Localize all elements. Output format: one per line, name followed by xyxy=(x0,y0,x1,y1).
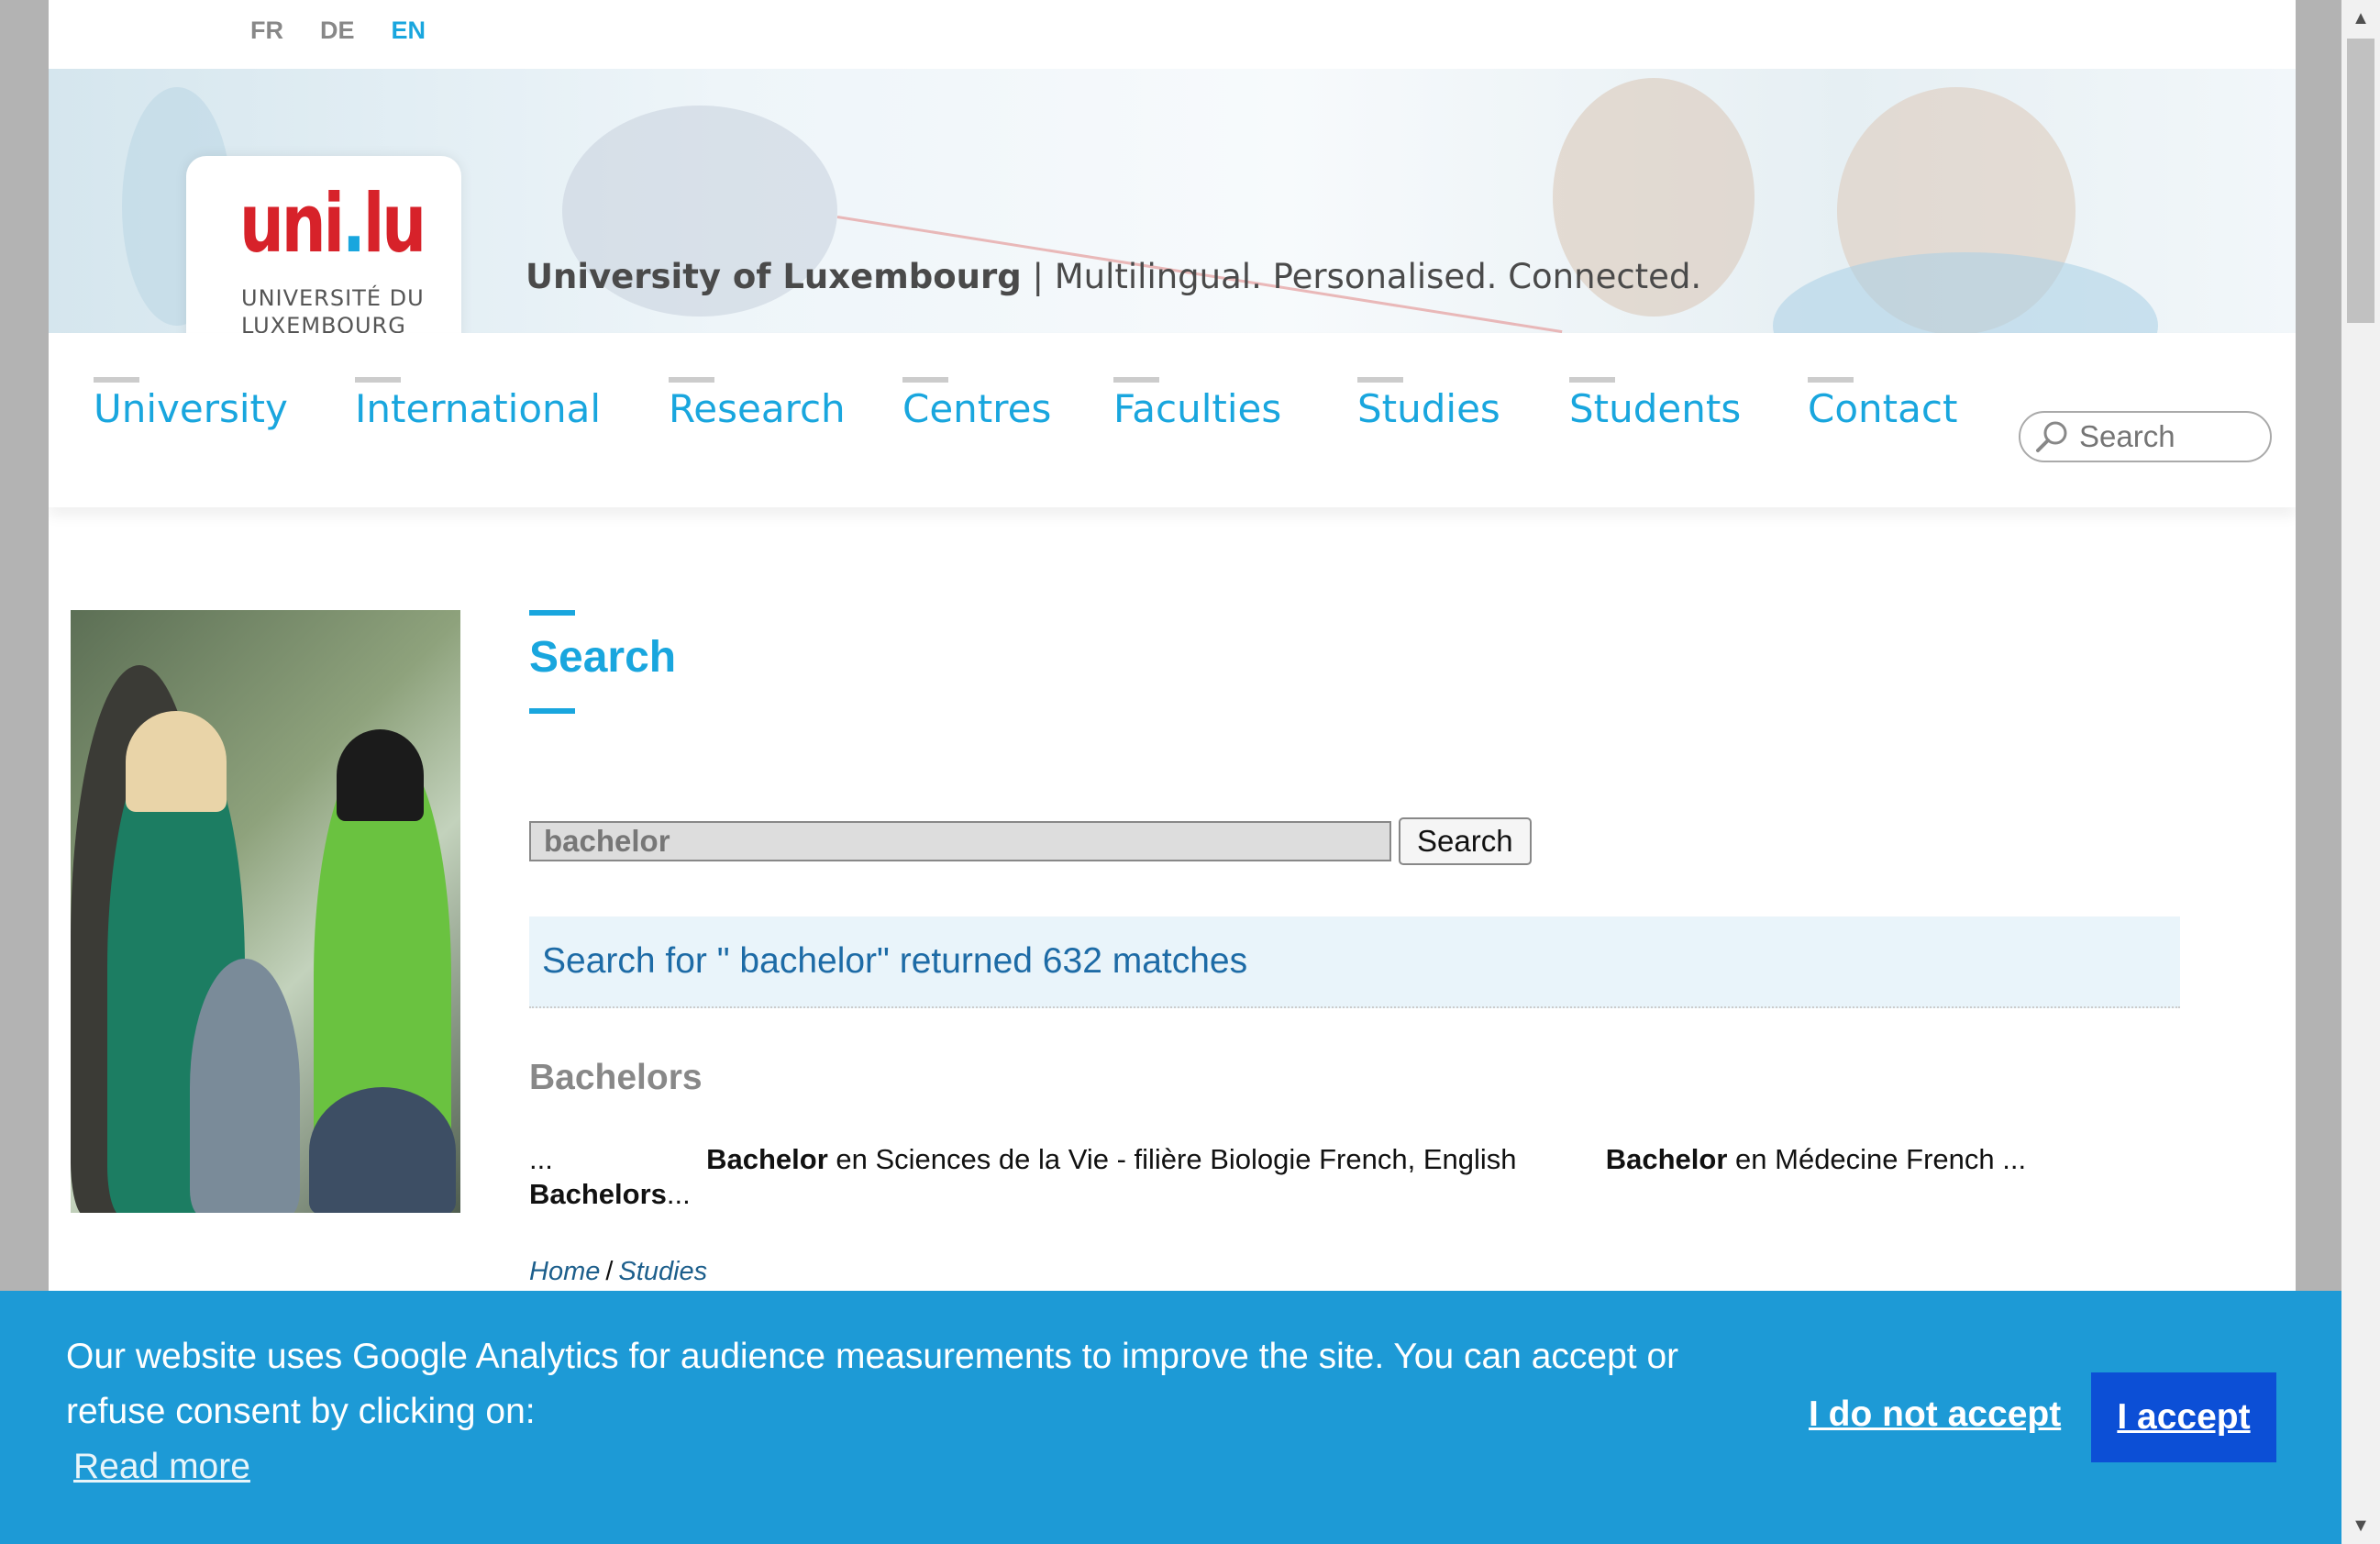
university-logo[interactable]: uni.lu UNIVERSITÉ DU LUXEMBOURG xyxy=(186,156,461,339)
language-switcher: FR DE EN xyxy=(250,17,426,45)
nav-item-research[interactable]: Research xyxy=(669,377,846,431)
search-input[interactable] xyxy=(529,821,1391,861)
snippet-lead: ... xyxy=(529,1143,553,1175)
tagline-rest: | Multilingual. Personalised. Connected. xyxy=(1021,257,1702,296)
cookie-read-more-link[interactable]: Read more xyxy=(73,1447,250,1487)
logo-subtitle: UNIVERSITÉ DU LUXEMBOURG xyxy=(241,284,434,339)
logo-mark-main: uni xyxy=(239,176,345,271)
cookie-decline-button[interactable]: I do not accept xyxy=(1809,1394,2061,1435)
result-snippet: ... Bachelor en Sciences de la Vie - fil… xyxy=(529,1142,2180,1212)
cookie-accept-button[interactable]: I accept xyxy=(2091,1372,2276,1462)
main-content: Search Search Search for " bachelor" ret… xyxy=(529,610,2180,1286)
main-navigation: University International Research Centre… xyxy=(49,333,2296,507)
snippet-text-1: en Sciences de la Vie - filière Biologie… xyxy=(827,1143,1517,1175)
students-photo xyxy=(71,610,460,1213)
result-summary: Search for " bachelor" returned 632 matc… xyxy=(529,916,2180,1008)
lang-fr[interactable]: FR xyxy=(250,17,283,45)
photo-shape xyxy=(309,1087,456,1213)
cookie-consent-banner: Our website uses Google Analytics for au… xyxy=(0,1291,2341,1544)
nav-item-faculties[interactable]: Faculties xyxy=(1113,377,1281,431)
banner-photo-shape xyxy=(1773,252,2158,333)
scroll-thumb[interactable] xyxy=(2347,39,2374,323)
scroll-up-arrow-icon[interactable]: ▲ xyxy=(2341,0,2380,37)
breadcrumb-home[interactable]: Home xyxy=(529,1257,600,1286)
title-bar-top xyxy=(529,610,575,616)
lang-en[interactable]: EN xyxy=(392,17,426,45)
nav-item-students[interactable]: Students xyxy=(1569,377,1741,431)
header-search[interactable] xyxy=(2019,411,2272,462)
lang-de[interactable]: DE xyxy=(320,17,355,45)
nav-item-university[interactable]: University xyxy=(94,377,288,431)
header-search-input[interactable] xyxy=(2077,418,2255,455)
search-form: Search xyxy=(529,817,1532,865)
nav-item-international[interactable]: International xyxy=(355,377,601,431)
search-button[interactable]: Search xyxy=(1399,817,1532,865)
photo-shape xyxy=(190,959,300,1213)
university-tagline: University of Luxembourg | Multilingual.… xyxy=(526,257,1701,296)
snippet-bold-2: Bachelor xyxy=(1605,1143,1728,1175)
photo-shape xyxy=(337,729,424,821)
breadcrumb: Home / Studies xyxy=(529,1257,707,1287)
page-title: Search xyxy=(529,633,677,682)
nav-item-centres[interactable]: Centres xyxy=(902,377,1051,431)
title-bar-bottom xyxy=(529,708,575,714)
scroll-down-arrow-icon[interactable]: ▼ xyxy=(2341,1507,2380,1544)
logo-mark-dot: . xyxy=(341,176,366,271)
nav-item-contact[interactable]: Contact xyxy=(1808,377,1957,431)
result-title[interactable]: Bachelors xyxy=(529,1058,703,1098)
logo-mark-end: lu xyxy=(362,176,426,271)
cookie-message: Our website uses Google Analytics for au… xyxy=(66,1337,1679,1431)
search-icon xyxy=(2036,421,2067,452)
tagline-name: University of Luxembourg xyxy=(526,257,1022,296)
snippet-bold-1: Bachelor xyxy=(706,1143,828,1175)
snippet-text-3: ... xyxy=(666,1178,691,1210)
nav-item-studies[interactable]: Studies xyxy=(1357,377,1500,431)
photo-shape xyxy=(126,711,227,812)
snippet-text-2: en Médecine French ... xyxy=(1727,1143,2027,1175)
snippet-bold-3: Bachelors xyxy=(529,1178,667,1210)
logo-line-1: UNIVERSITÉ DU xyxy=(241,285,425,311)
breadcrumb-studies[interactable]: Studies xyxy=(618,1257,707,1286)
breadcrumb-separator: / xyxy=(605,1257,614,1286)
page-scrollbar[interactable]: ▲ ▼ xyxy=(2341,0,2380,1544)
logo-mark: uni.lu xyxy=(239,183,426,264)
